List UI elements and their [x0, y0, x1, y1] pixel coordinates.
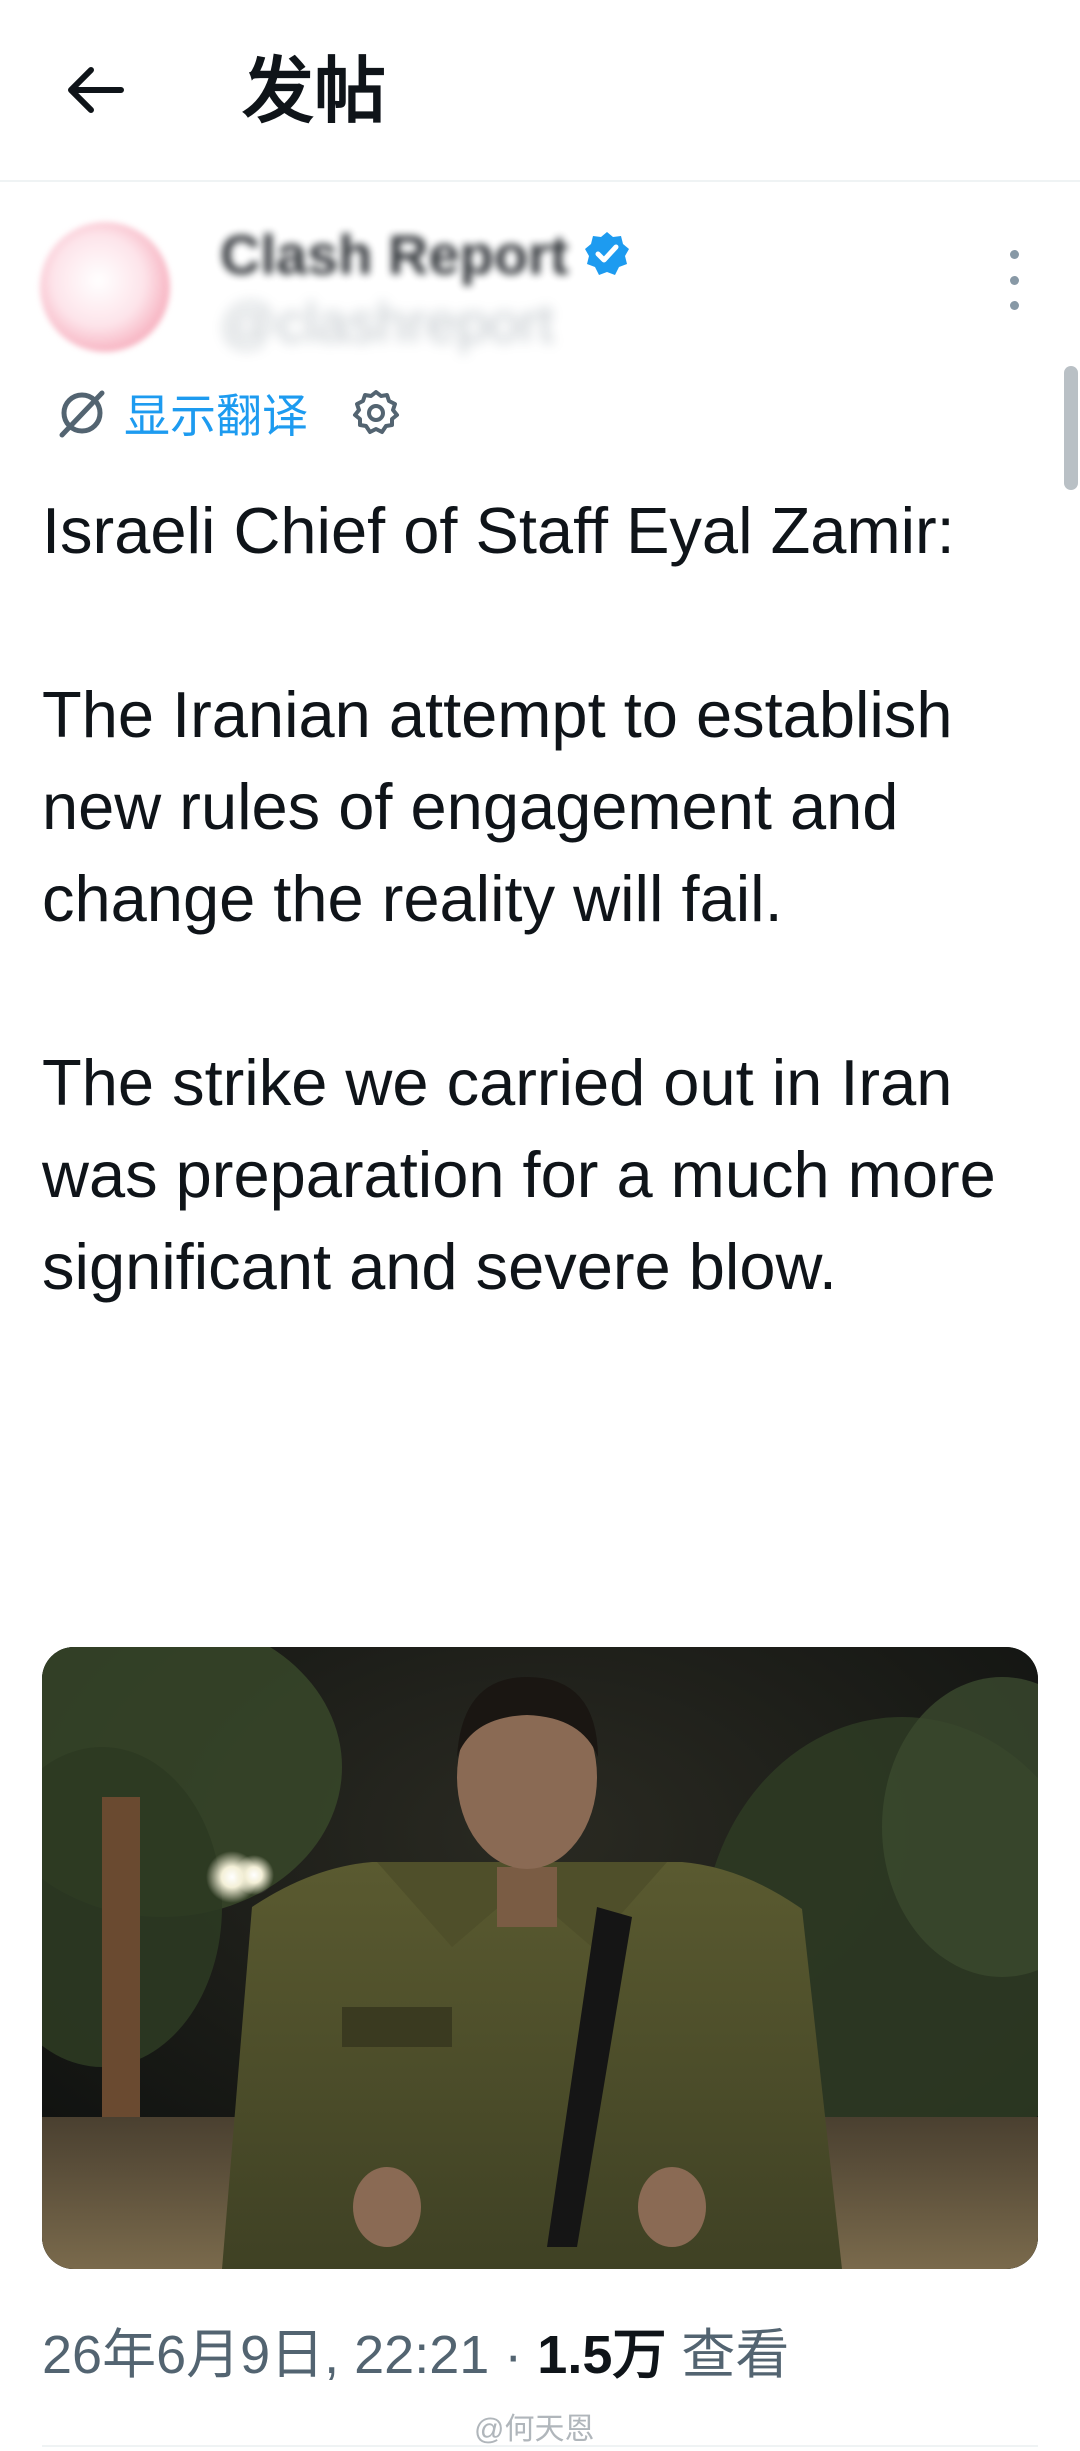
tweet-paragraph: Israeli Chief of Staff Eyal Zamir: [42, 494, 955, 567]
top-bar: 发帖 [0, 0, 1080, 182]
author-handle: @clashreport [220, 291, 554, 354]
watermark: @何天恩 [474, 2413, 595, 2446]
views-count: 1.5万 [537, 2325, 667, 2385]
tweet-timestamp[interactable]: 26年6月9日, 22:21 [42, 2325, 489, 2385]
verified-badge-icon [584, 232, 629, 275]
more-options-button[interactable] [996, 250, 1032, 310]
tweet-photo[interactable] [42, 1647, 1038, 2269]
meta-separator: · [504, 2325, 523, 2385]
avatar[interactable] [40, 222, 170, 352]
more-dot [1009, 301, 1019, 310]
tweet-paragraph: The Iranian attempt to establish new rul… [42, 678, 953, 935]
translate-row: 显示翻译 [56, 378, 402, 448]
translate-icon [59, 390, 105, 438]
back-button[interactable] [58, 60, 130, 120]
more-dot [1009, 250, 1019, 259]
author-name-row[interactable]: Clash Report [220, 222, 631, 286]
views-label: 查看 [681, 2325, 790, 2385]
page-title: 发帖 [242, 49, 387, 133]
author-display-name[interactable]: Clash Report [220, 222, 569, 287]
photo-content [42, 1647, 1038, 2269]
arrow-left-icon [68, 67, 124, 113]
tweet-paragraph: The strike we carried out in Iran was pr… [42, 1046, 996, 1303]
tweet-meta: 26年6月9日, 22:21 · 1.5万 查看 [42, 2320, 789, 2390]
divider [42, 2445, 1038, 2447]
gear-icon[interactable] [350, 387, 402, 439]
show-translation-link[interactable]: 显示翻译 [124, 380, 308, 446]
scrollbar[interactable] [1064, 366, 1078, 490]
more-dot [1009, 275, 1019, 285]
tweet-text: Israeli Chief of Staff Eyal Zamir: The I… [42, 485, 1042, 1405]
